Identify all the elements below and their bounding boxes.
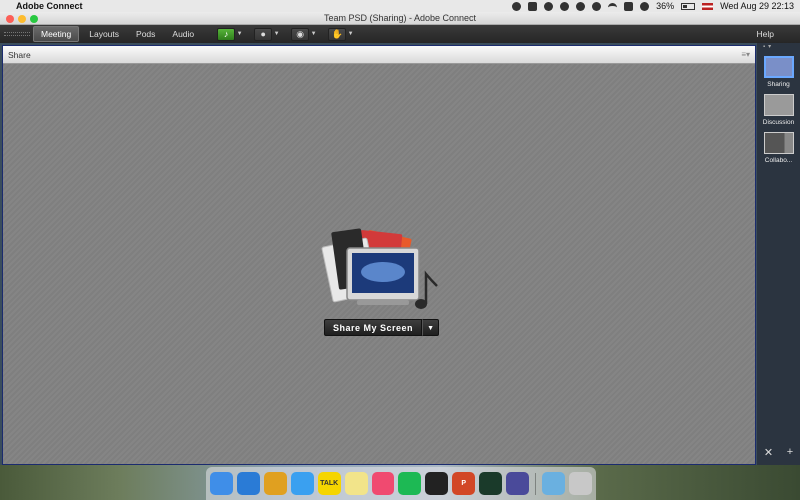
folder-icon[interactable] bbox=[542, 472, 565, 495]
menu-audio[interactable]: Audio bbox=[165, 27, 201, 41]
speaker-dropdown-icon[interactable]: ▼ bbox=[235, 28, 244, 41]
maximize-window-button[interactable] bbox=[30, 15, 38, 23]
safari-icon[interactable] bbox=[236, 472, 260, 495]
share-options-dropdown-icon[interactable]: ▼ bbox=[422, 319, 440, 336]
menu-layouts[interactable]: Layouts bbox=[82, 27, 126, 41]
layouts-bar: ▪ ▾ Sharing Discussion Collabo... ✕ + bbox=[757, 43, 800, 465]
share-button-group: Share My Screen ▼ bbox=[324, 319, 440, 336]
microphone-control: ● ▼ bbox=[254, 27, 281, 41]
microphone-dropdown-icon[interactable]: ▼ bbox=[272, 28, 281, 41]
share-pod-header: Share ≡▾ bbox=[3, 46, 755, 64]
app-toolbar: Meeting Layouts Pods Audio ♪ ▼ ● ▼ ◉ ▼ ✋… bbox=[0, 25, 800, 43]
share-pod-title: Share bbox=[8, 49, 31, 60]
share-pod: Share ≡▾ Share My Screen ▼ bbox=[2, 45, 756, 465]
battery-percentage: 36% bbox=[656, 1, 675, 11]
trash-icon[interactable] bbox=[568, 472, 592, 495]
time-machine-icon[interactable] bbox=[576, 1, 586, 11]
layout-label: Collabo... bbox=[764, 157, 793, 164]
adobe-connect-icon[interactable] bbox=[479, 472, 503, 495]
webcam-dropdown-icon[interactable]: ▼ bbox=[309, 28, 318, 41]
layouts-bar-actions: ✕ + bbox=[757, 446, 800, 459]
finder-icon[interactable] bbox=[210, 472, 233, 495]
window-controls bbox=[6, 15, 38, 23]
powerpoint-icon[interactable]: P bbox=[452, 472, 476, 495]
layout-thumbnail bbox=[763, 94, 794, 116]
share-media-illustration bbox=[321, 228, 438, 309]
spotify-icon[interactable] bbox=[398, 472, 422, 495]
screen-glow-icon bbox=[361, 262, 405, 282]
evernote-icon[interactable] bbox=[544, 1, 554, 11]
layout-settings-icon[interactable]: ✕ bbox=[764, 446, 773, 459]
layouts-menu-icon[interactable]: ▾ bbox=[768, 43, 771, 50]
status-dropdown-icon[interactable]: ▼ bbox=[346, 28, 355, 41]
microphone-icon[interactable]: ● bbox=[254, 27, 273, 41]
layout-label: Sharing bbox=[767, 81, 790, 88]
layout-thumbnail bbox=[763, 56, 794, 78]
layout-thumbnail bbox=[763, 132, 794, 154]
layout-label: Discussion bbox=[762, 119, 795, 126]
raise-hand-icon[interactable]: ✋ bbox=[328, 27, 347, 41]
chrome-icon[interactable] bbox=[263, 472, 287, 495]
menu-bar-clock[interactable]: Wed Aug 29 22:13 bbox=[720, 1, 794, 11]
notes-icon[interactable] bbox=[344, 472, 368, 495]
toolbar-grip bbox=[4, 32, 30, 36]
webcam-control: ◉ ▼ bbox=[291, 27, 318, 41]
layouts-collapse-icon[interactable]: ▪ bbox=[763, 44, 765, 50]
sync-icon[interactable] bbox=[560, 1, 570, 11]
airplay-icon[interactable] bbox=[624, 1, 634, 11]
pod-options-icon[interactable]: ≡▾ bbox=[741, 50, 750, 59]
help-menu[interactable]: Help bbox=[757, 29, 774, 39]
speaker-icon[interactable]: ♪ bbox=[217, 27, 236, 41]
window-title: Team PSD (Sharing) - Adobe Connect bbox=[323, 13, 477, 23]
minimize-window-button[interactable] bbox=[18, 15, 26, 23]
layout-collaboration[interactable]: Collabo... bbox=[757, 132, 800, 164]
menu-meeting[interactable]: Meeting bbox=[33, 26, 80, 42]
monitor-stand-icon bbox=[357, 300, 409, 305]
menu-pods[interactable]: Pods bbox=[129, 27, 162, 41]
close-window-button[interactable] bbox=[6, 15, 14, 23]
bluetooth-icon[interactable] bbox=[592, 1, 602, 11]
menu-bar-tray: 36% Wed Aug 29 22:13 bbox=[512, 1, 794, 11]
dock-separator bbox=[535, 472, 537, 495]
layout-sharing[interactable]: Sharing bbox=[757, 56, 800, 88]
kakaotalk-icon[interactable]: TALK bbox=[317, 472, 341, 495]
itunes-icon[interactable] bbox=[371, 472, 395, 495]
wifi-icon[interactable] bbox=[608, 3, 618, 9]
share-pod-body: Share My Screen ▼ bbox=[3, 64, 755, 464]
volume-icon[interactable] bbox=[640, 1, 650, 11]
macos-menu-bar: Adobe Connect 36% Wed Aug 29 22:13 bbox=[0, 0, 800, 12]
dropbox-icon[interactable] bbox=[528, 1, 538, 11]
input-source-flag-icon[interactable] bbox=[702, 2, 714, 10]
battery-icon[interactable] bbox=[681, 2, 696, 10]
layout-discussion[interactable]: Discussion bbox=[757, 94, 800, 126]
messages-icon[interactable] bbox=[290, 472, 314, 495]
window-title-bar: Team PSD (Sharing) - Adobe Connect bbox=[0, 12, 800, 25]
layouts-bar-controls: ▪ ▾ bbox=[757, 43, 800, 51]
record-status-icon[interactable] bbox=[512, 1, 522, 11]
share-my-screen-button[interactable]: Share My Screen bbox=[324, 319, 423, 336]
siri-icon[interactable] bbox=[506, 472, 530, 495]
app-menu-name[interactable]: Adobe Connect bbox=[16, 1, 83, 11]
speaker-control: ♪ ▼ bbox=[217, 27, 244, 41]
dock: TALK P bbox=[206, 467, 596, 500]
add-layout-icon[interactable]: + bbox=[787, 446, 793, 459]
terminal-icon[interactable] bbox=[425, 472, 449, 495]
music-note-stem-icon bbox=[424, 270, 438, 304]
webcam-icon[interactable]: ◉ bbox=[291, 27, 310, 41]
status-control: ✋ ▼ bbox=[328, 27, 355, 41]
